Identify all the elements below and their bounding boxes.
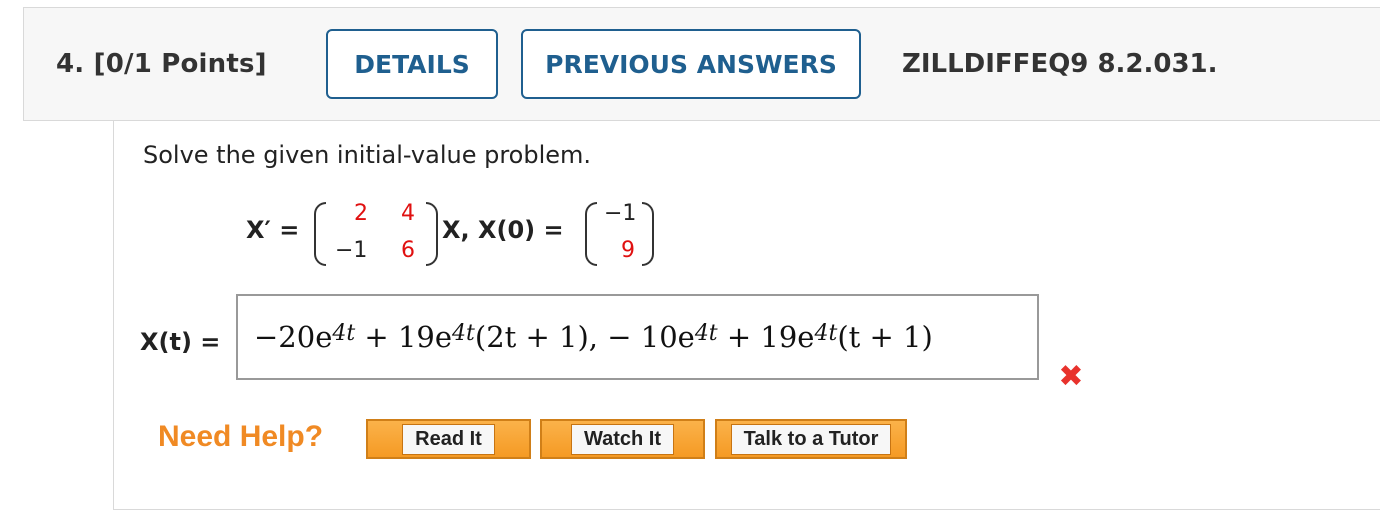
answer-input[interactable]: −20e 4t + 19e 4t (2t + 1), − 10e 4t + 19e 4t…	[236, 294, 1039, 380]
incorrect-x-icon: ✖	[1058, 359, 1084, 394]
answer-exponent: 4t	[332, 320, 356, 346]
watch-it-label: Watch It	[570, 423, 675, 455]
watch-it-button[interactable]: Watch It	[540, 419, 705, 459]
answer-exponent: 4t	[814, 320, 838, 346]
need-help-label: Need Help?	[158, 420, 324, 453]
matrix-cell: 6	[401, 238, 415, 263]
answer-exponent: 4t	[694, 320, 718, 346]
problem-code: ZILLDIFFEQ9 8.2.031.	[902, 49, 1218, 79]
details-button[interactable]: DETAILS	[326, 29, 498, 99]
answer-term: (2t + 1), − 10e	[474, 320, 695, 354]
matrix-cell: 2	[354, 201, 368, 226]
talk-to-tutor-button[interactable]: Talk to a Tutor	[715, 419, 907, 459]
answer-label: X(t) =	[140, 328, 221, 356]
answer-term: (t + 1)	[837, 320, 933, 354]
vector-right-paren	[642, 202, 654, 266]
talk-to-tutor-label: Talk to a Tutor	[730, 423, 892, 455]
vector-left-paren	[585, 202, 597, 266]
read-it-label: Read It	[402, 423, 495, 455]
equation-lhs: X′ =	[246, 216, 300, 244]
answer-term: + 19e	[717, 320, 815, 354]
answer-term: −20e	[254, 320, 333, 354]
answer-term: + 19e	[355, 320, 453, 354]
equation-initial-label: X, X(0) =	[442, 216, 564, 244]
matrix-right-paren	[426, 202, 438, 266]
problem-prompt: Solve the given initial-value problem.	[143, 141, 592, 169]
vector-cell: 9	[621, 238, 635, 263]
answer-exponent: 4t	[452, 320, 475, 346]
matrix-cell: 4	[401, 201, 415, 226]
read-it-button[interactable]: Read It	[366, 419, 531, 459]
matrix-left-paren	[314, 202, 326, 266]
previous-answers-button[interactable]: PREVIOUS ANSWERS	[521, 29, 861, 99]
question-number: 4. [0/1 Points]	[56, 49, 267, 79]
matrix-cell: −1	[335, 238, 368, 263]
vector-cell: −1	[604, 201, 637, 226]
